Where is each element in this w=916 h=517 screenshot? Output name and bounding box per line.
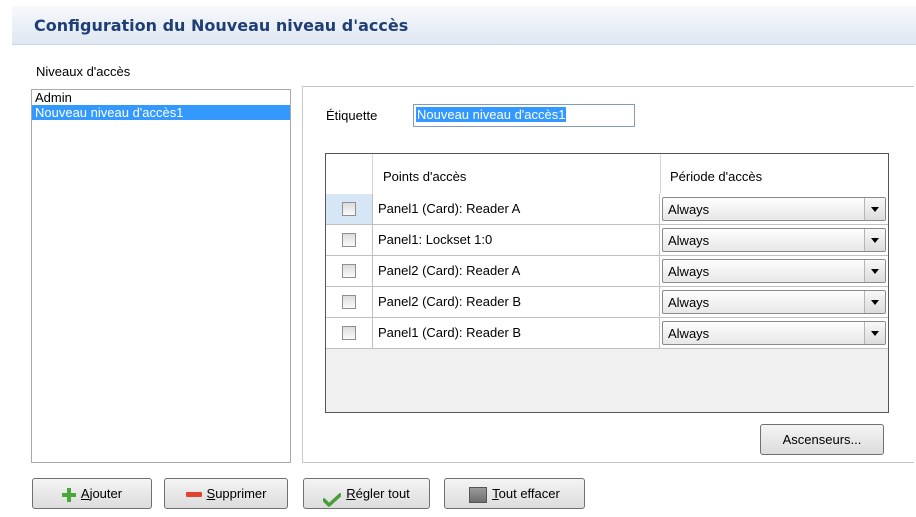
delete-button[interactable]: Supprimer: [164, 478, 288, 509]
row-checkbox[interactable]: [342, 202, 356, 216]
chevron-down-icon[interactable]: [864, 291, 885, 313]
row-selector[interactable]: [326, 225, 373, 255]
table-row[interactable]: Panel2 (Card): Reader B Always: [326, 287, 888, 318]
period-dropdown[interactable]: Always: [662, 321, 886, 345]
column-separator: [372, 154, 373, 194]
period-dropdown-value: Always: [668, 264, 710, 279]
row-checkbox[interactable]: [342, 233, 356, 247]
add-button[interactable]: Ajouter: [32, 478, 152, 509]
row-selector[interactable]: [326, 256, 373, 286]
label-input-value: Nouveau niveau d'accès1: [416, 107, 567, 122]
row-selector[interactable]: [326, 194, 373, 224]
plus-icon: [61, 487, 76, 502]
chevron-down-icon[interactable]: [864, 260, 885, 282]
chevron-down-icon[interactable]: [864, 229, 885, 251]
row-checkbox[interactable]: [342, 295, 356, 309]
access-point-cell[interactable]: Panel1 (Card): Reader A: [373, 194, 660, 224]
access-levels-list[interactable]: Admin Nouveau niveau d'accès1: [31, 89, 291, 463]
access-points-grid[interactable]: Points d'accès Période d'accès Panel1 (C…: [325, 153, 889, 413]
period-dropdown-value: Always: [668, 295, 710, 310]
period-dropdown-value: Always: [668, 233, 710, 248]
table-row[interactable]: Panel1 (Card): Reader A Always: [326, 194, 888, 225]
access-point-cell[interactable]: Panel2 (Card): Reader B: [373, 287, 660, 317]
row-selector[interactable]: [326, 318, 373, 348]
row-selector[interactable]: [326, 287, 373, 317]
label-field-label: Étiquette: [326, 108, 378, 123]
page-title: Configuration du Nouveau niveau d'accès: [34, 16, 409, 35]
row-checkbox[interactable]: [342, 264, 356, 278]
period-dropdown[interactable]: Always: [662, 197, 886, 221]
list-item[interactable]: Nouveau niveau d'accès1: [32, 105, 290, 120]
column-header-access-period[interactable]: Période d'accès: [670, 169, 762, 184]
table-row[interactable]: Panel2 (Card): Reader A Always: [326, 256, 888, 287]
clear-all-button[interactable]: Tout effacer: [444, 478, 585, 509]
erase-icon: [469, 486, 488, 503]
period-dropdown-value: Always: [668, 326, 710, 341]
set-all-button[interactable]: Régler tout: [303, 478, 430, 509]
table-row[interactable]: Panel1: Lockset 1:0 Always: [326, 225, 888, 256]
label-input[interactable]: Nouveau niveau d'accès1: [413, 104, 635, 127]
list-item[interactable]: Admin: [32, 90, 290, 105]
grid-header: Points d'accès Période d'accès: [326, 154, 888, 195]
chevron-down-icon[interactable]: [864, 198, 885, 220]
row-checkbox[interactable]: [342, 326, 356, 340]
check-icon: [322, 488, 342, 507]
table-row[interactable]: Panel1 (Card): Reader B Always: [326, 318, 888, 349]
period-dropdown[interactable]: Always: [662, 259, 886, 283]
access-levels-label: Niveaux d'accès: [36, 64, 131, 79]
elevators-button[interactable]: Ascenseurs...: [760, 424, 884, 455]
column-header-access-points[interactable]: Points d'accès: [383, 169, 466, 184]
access-point-cell[interactable]: Panel1 (Card): Reader B: [373, 318, 660, 348]
access-point-cell[interactable]: Panel1: Lockset 1:0: [373, 225, 660, 255]
access-point-cell[interactable]: Panel2 (Card): Reader A: [373, 256, 660, 286]
column-separator: [660, 154, 661, 194]
period-dropdown[interactable]: Always: [662, 228, 886, 252]
minus-icon: [185, 492, 202, 498]
title-bar: Configuration du Nouveau niveau d'accès: [12, 6, 916, 45]
period-dropdown-value: Always: [668, 202, 710, 217]
period-dropdown[interactable]: Always: [662, 290, 886, 314]
chevron-down-icon[interactable]: [864, 322, 885, 344]
